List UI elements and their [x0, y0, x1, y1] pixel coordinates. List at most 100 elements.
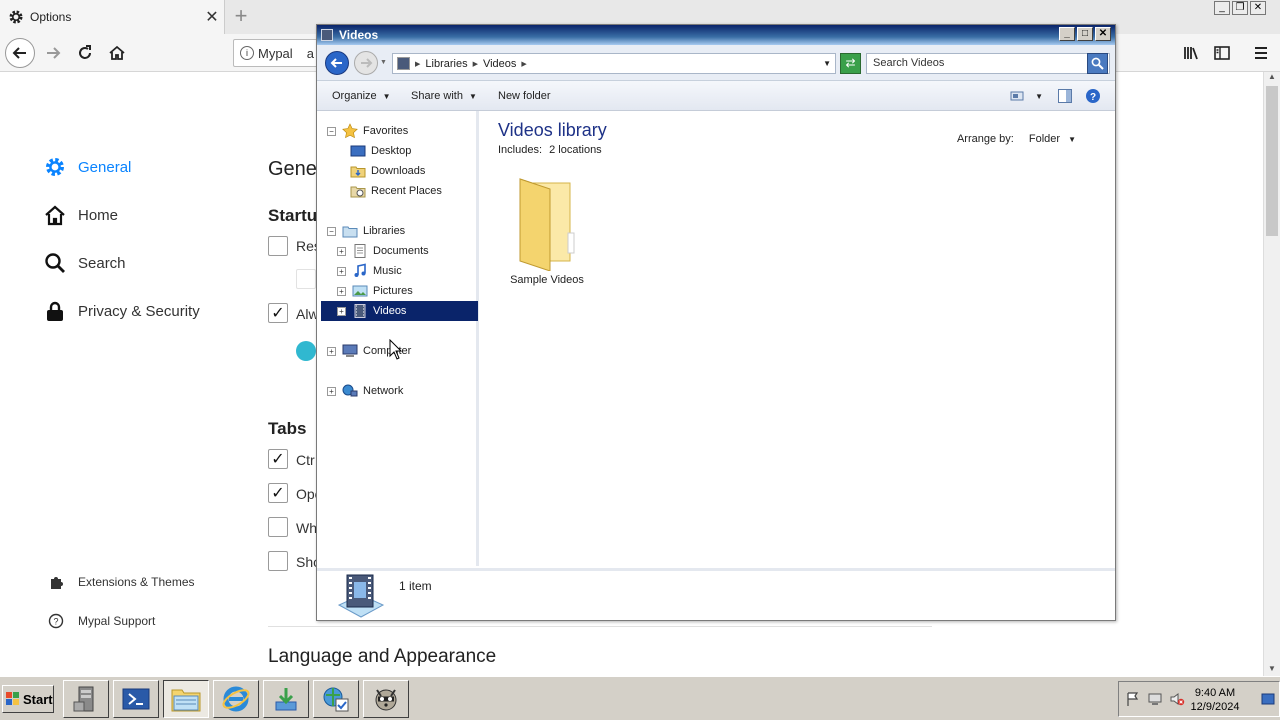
- scrollbar-thumb[interactable]: [1266, 86, 1278, 236]
- network-tray-icon[interactable]: [1147, 691, 1163, 707]
- tabs-checkbox-label: Ctr: [296, 452, 315, 468]
- collapse-icon[interactable]: −: [327, 226, 336, 236]
- folder-icon: [519, 178, 575, 272]
- tree-label: Favorites: [363, 125, 409, 137]
- windows-logo-icon: [6, 692, 19, 705]
- view-dropdown-icon[interactable]: ▼: [1035, 92, 1043, 101]
- download-app-button[interactable]: [263, 680, 309, 718]
- share-with-label: Share with: [411, 90, 463, 102]
- startup-checkbox-restore[interactable]: [268, 236, 288, 256]
- breadcrumb-separator-icon[interactable]: ▶: [415, 60, 420, 68]
- menu-button[interactable]: [1246, 38, 1276, 68]
- scroll-up-arrow-icon[interactable]: ▲: [1264, 72, 1280, 84]
- breadcrumb-separator-icon[interactable]: ▶: [473, 60, 478, 68]
- share-with-button[interactable]: Share with ▼: [411, 90, 477, 102]
- collapse-icon[interactable]: −: [327, 126, 336, 136]
- page-scrollbar[interactable]: ▲ ▼: [1263, 72, 1280, 676]
- extensions-themes-link[interactable]: Extensions & Themes: [48, 574, 195, 590]
- organize-button[interactable]: Organize ▼: [332, 90, 391, 102]
- mypal-support-label: Mypal Support: [78, 614, 156, 628]
- maximize-button[interactable]: □: [1077, 27, 1093, 41]
- folder-item-sample-videos[interactable]: Sample Videos: [502, 175, 592, 286]
- change-view-icon[interactable]: [1009, 89, 1025, 103]
- forward-button[interactable]: [38, 38, 68, 68]
- tree-item-libraries[interactable]: − Libraries: [327, 221, 405, 241]
- address-dropdown-icon[interactable]: ▼: [823, 59, 831, 68]
- content-pane: Videos library Includes: 2 locations Arr…: [482, 111, 1114, 566]
- explorer-icon: [171, 689, 201, 712]
- raccoon-app-button[interactable]: [363, 680, 409, 718]
- recent-pages-dropdown-icon[interactable]: ▼: [380, 59, 387, 66]
- sidebar-item-search[interactable]: Search: [44, 252, 126, 274]
- expand-icon[interactable]: +: [327, 346, 336, 356]
- minimize-button[interactable]: _: [1214, 1, 1230, 15]
- expand-icon[interactable]: +: [327, 386, 336, 396]
- explorer-title-bar[interactable]: Videos _ □ ✕: [317, 25, 1115, 45]
- arrange-by-dropdown[interactable]: Folder ▼: [1029, 133, 1076, 145]
- globe-check-button[interactable]: [313, 680, 359, 718]
- tabs-checkbox-when[interactable]: [268, 517, 288, 537]
- close-window-button[interactable]: ✕: [1250, 1, 1266, 15]
- internet-explorer-button[interactable]: [213, 680, 259, 718]
- library-button[interactable]: [1176, 38, 1206, 68]
- explorer-taskbar-button[interactable]: [163, 680, 209, 718]
- breadcrumb-videos[interactable]: Videos: [483, 58, 516, 70]
- close-button[interactable]: ✕: [1095, 27, 1111, 41]
- speaker-muted-icon[interactable]: [1169, 691, 1185, 707]
- tree-item-music[interactable]: + Music: [337, 261, 402, 281]
- tree-item-recent-places[interactable]: Recent Places: [350, 181, 442, 201]
- sidebar-item-home[interactable]: Home: [44, 204, 118, 226]
- tree-item-downloads[interactable]: Downloads: [350, 161, 425, 181]
- tree-item-favorites[interactable]: − Favorites: [327, 121, 408, 141]
- startup-checkbox-always[interactable]: ✓: [268, 303, 288, 323]
- close-tab-icon[interactable]: ✕: [200, 7, 224, 27]
- tab-options[interactable]: Options ✕: [0, 0, 225, 34]
- preview-pane-icon[interactable]: [1057, 88, 1073, 104]
- new-tab-button[interactable]: +: [228, 4, 254, 30]
- breadcrumb-separator-icon[interactable]: ▶: [521, 60, 526, 68]
- sidebar-item-general[interactable]: General: [44, 156, 131, 178]
- tree-label: Computer: [363, 345, 412, 357]
- info-icon[interactable]: i: [240, 46, 254, 60]
- expand-icon[interactable]: +: [337, 306, 346, 316]
- powershell-button[interactable]: [113, 680, 159, 718]
- expand-icon[interactable]: +: [337, 246, 346, 256]
- default-browser-icon: [296, 341, 316, 361]
- server-manager-button[interactable]: [63, 680, 109, 718]
- expand-icon[interactable]: +: [337, 286, 346, 296]
- tabs-checkbox-open[interactable]: ✓: [268, 483, 288, 503]
- help-icon[interactable]: ?: [1085, 88, 1101, 104]
- breadcrumb-libraries[interactable]: Libraries: [425, 58, 467, 70]
- minimize-button[interactable]: _: [1059, 27, 1075, 41]
- tabs-checkbox-show[interactable]: [268, 551, 288, 571]
- clock[interactable]: 9:40 AM 12/9/2024: [1185, 686, 1245, 714]
- expand-icon[interactable]: +: [337, 266, 346, 276]
- sidebar-item-label: Privacy & Security: [78, 302, 200, 320]
- home-button[interactable]: [102, 38, 132, 68]
- start-button[interactable]: Start: [2, 685, 54, 713]
- explorer-back-button[interactable]: [325, 51, 349, 75]
- tree-item-documents[interactable]: + Documents: [337, 241, 429, 261]
- new-folder-button[interactable]: New folder: [498, 90, 551, 102]
- scroll-down-arrow-icon[interactable]: ▼: [1264, 664, 1280, 676]
- tree-item-videos[interactable]: + Videos: [321, 301, 478, 321]
- tree-item-pictures[interactable]: + Pictures: [337, 281, 413, 301]
- restore-button[interactable]: ❐: [1232, 1, 1248, 15]
- refresh-button[interactable]: ⇄: [840, 53, 861, 74]
- tree-item-desktop[interactable]: Desktop: [350, 141, 411, 161]
- address-bar[interactable]: ▶ Libraries ▶ Videos ▶ ▼: [392, 53, 836, 74]
- tree-item-network[interactable]: + Network: [327, 381, 403, 401]
- mypal-support-link[interactable]: ? Mypal Support: [48, 613, 155, 629]
- sidebar-item-privacy[interactable]: Privacy & Security: [44, 300, 200, 322]
- search-button[interactable]: [1087, 53, 1108, 74]
- sidebar-toggle-button[interactable]: [1207, 38, 1237, 68]
- back-button[interactable]: [5, 38, 35, 68]
- reload-button[interactable]: [70, 38, 100, 68]
- show-desktop-icon[interactable]: [1261, 692, 1275, 706]
- hamburger-menu-icon: [1255, 47, 1267, 59]
- explorer-forward-button[interactable]: [354, 51, 378, 75]
- flag-icon[interactable]: [1125, 691, 1141, 707]
- tabs-checkbox-ctrl[interactable]: ✓: [268, 449, 288, 469]
- search-input[interactable]: Search Videos: [866, 53, 1110, 74]
- includes-locations-link[interactable]: 2 locations: [549, 144, 602, 156]
